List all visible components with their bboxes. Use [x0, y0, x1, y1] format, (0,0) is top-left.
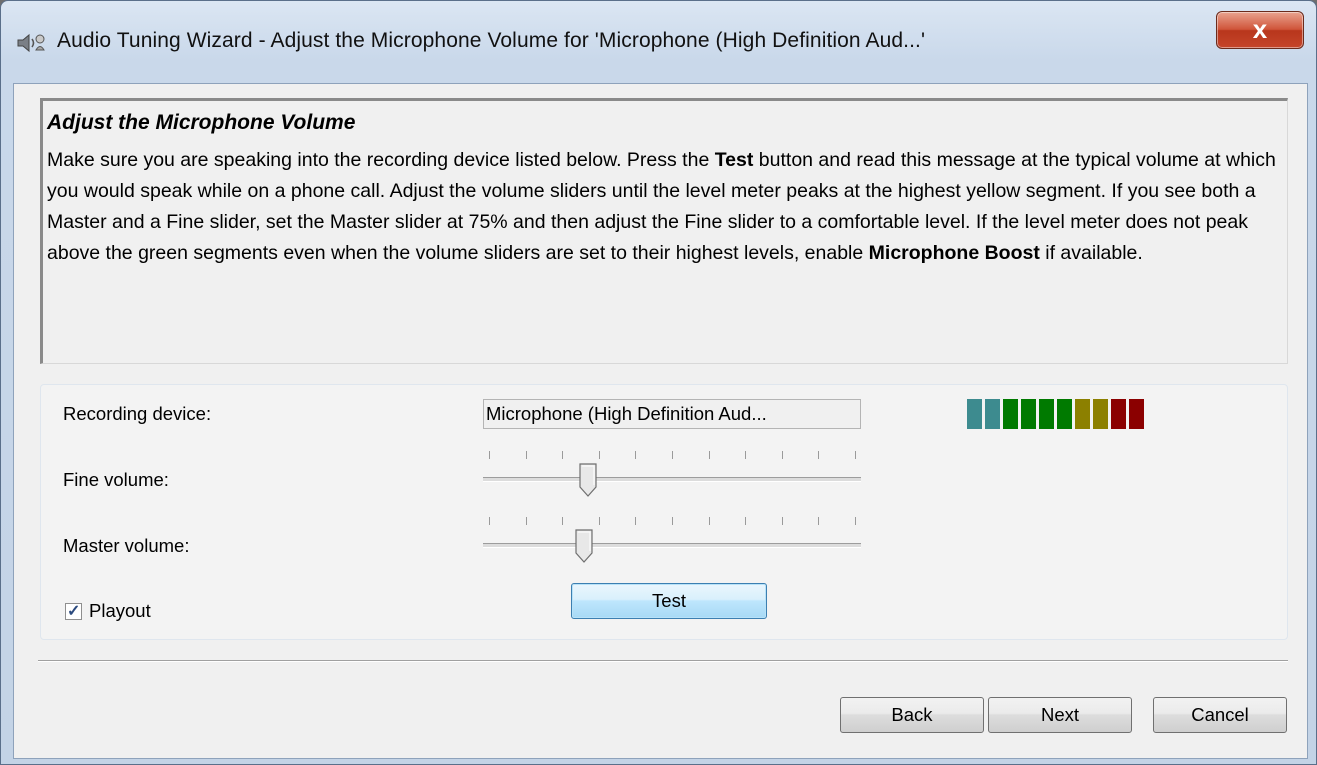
instructions-text: Make sure you are speaking into the reco… — [47, 145, 1283, 269]
slider-tick — [635, 517, 637, 525]
playout-checkbox[interactable]: ✓ — [65, 603, 82, 620]
slider-tick — [489, 517, 490, 525]
level-meter-segment — [1003, 399, 1018, 429]
slider-tick — [635, 451, 637, 459]
page-heading: Adjust the Microphone Volume — [47, 111, 356, 134]
slider-ticks — [483, 517, 861, 527]
level-meter-segment — [985, 399, 1000, 429]
level-meter-segment — [1075, 399, 1090, 429]
slider-tick — [745, 517, 747, 525]
slider-track — [483, 477, 861, 482]
slider-tick — [708, 517, 710, 525]
slider-track — [483, 543, 861, 548]
level-meter-segment — [1093, 399, 1108, 429]
level-meter-segment — [1021, 399, 1036, 429]
instructions-text-part: if available. — [1039, 242, 1143, 264]
slider-tick — [598, 517, 600, 525]
level-meter-segment — [1111, 399, 1126, 429]
slider-tick — [598, 451, 600, 459]
recording-device-field: Microphone (High Definition Aud... — [483, 399, 861, 429]
level-meter-segment — [1039, 399, 1054, 429]
playout-label[interactable]: Playout — [89, 600, 151, 622]
settings-group: Recording device: Microphone (High Defin… — [40, 384, 1288, 640]
slider-tick — [525, 517, 527, 525]
wizard-client-area: Adjust the Microphone Volume Make sure y… — [13, 83, 1308, 759]
slider-tick — [672, 451, 673, 459]
recording-device-label: Recording device: — [63, 403, 212, 424]
slider-tick — [855, 451, 856, 459]
back-button[interactable]: Back — [840, 697, 984, 733]
fine-volume-slider[interactable] — [483, 449, 861, 501]
slider-tick — [745, 451, 747, 459]
level-meter-segment — [1057, 399, 1072, 429]
slider-tick — [781, 451, 783, 459]
fine-volume-label: Fine volume: — [63, 469, 169, 490]
slider-tick — [562, 517, 564, 525]
master-volume-slider[interactable] — [483, 515, 861, 567]
speaker-wizard-icon — [17, 33, 45, 53]
slider-tick — [708, 451, 710, 459]
level-meter-segment — [967, 399, 982, 429]
checkmark-icon: ✓ — [67, 603, 81, 620]
slider-tick — [672, 517, 673, 525]
slider-tick — [525, 451, 527, 459]
slider-tick — [562, 451, 564, 459]
window-title: Audio Tuning Wizard - Adjust the Microph… — [57, 29, 926, 52]
slider-ticks — [483, 451, 861, 461]
instructions-bold-test: Test — [714, 149, 754, 171]
slider-tick — [781, 517, 783, 525]
test-button[interactable]: Test — [571, 583, 767, 619]
instructions-panel: Adjust the Microphone Volume Make sure y… — [40, 98, 1288, 364]
level-meter — [967, 399, 1147, 429]
footer-separator — [38, 660, 1288, 662]
slider-thumb[interactable] — [579, 463, 597, 497]
slider-tick — [489, 451, 490, 459]
level-meter-segment — [1129, 399, 1144, 429]
close-button[interactable]: x — [1216, 11, 1304, 49]
instructions-bold-microphone-boost: Microphone Boost — [868, 242, 1040, 264]
title-bar[interactable]: Audio Tuning Wizard - Adjust the Microph… — [1, 1, 1316, 83]
next-button[interactable]: Next — [988, 697, 1132, 733]
slider-thumb[interactable] — [575, 529, 593, 563]
slider-tick — [818, 517, 820, 525]
cancel-button[interactable]: Cancel — [1153, 697, 1287, 733]
audio-tuning-wizard-window: Audio Tuning Wizard - Adjust the Microph… — [0, 0, 1317, 765]
instructions-text-part: Make sure you are speaking into the reco… — [47, 149, 715, 171]
slider-tick — [818, 451, 820, 459]
master-volume-label: Master volume: — [63, 535, 190, 556]
slider-tick — [855, 517, 856, 525]
